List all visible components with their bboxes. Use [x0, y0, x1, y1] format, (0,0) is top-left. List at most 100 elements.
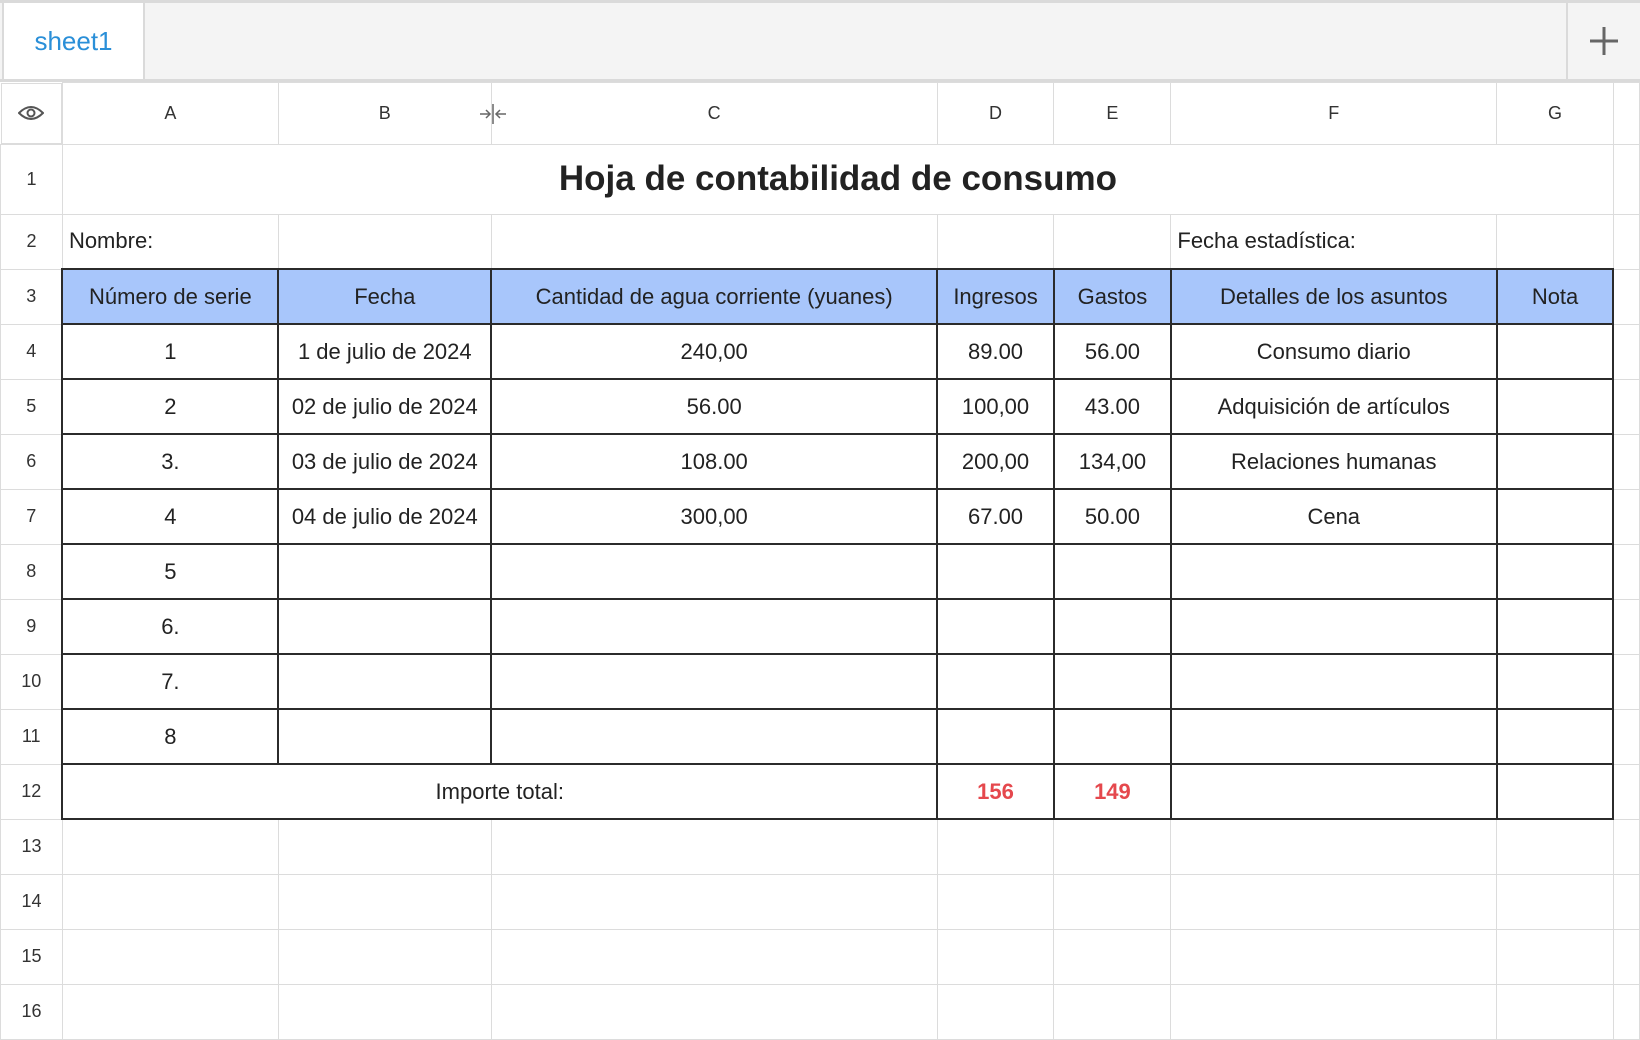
cell[interactable] — [490, 928, 938, 985]
column-resize-icon[interactable] — [478, 104, 508, 124]
cell[interactable] — [277, 213, 492, 270]
cell[interactable] — [936, 213, 1055, 270]
cell[interactable] — [936, 983, 1055, 1040]
cell[interactable]: 67.00 — [936, 488, 1055, 545]
column-header-e[interactable]: E — [1053, 82, 1172, 145]
add-sheet-button[interactable] — [1566, 3, 1640, 79]
cell[interactable] — [1169, 653, 1498, 710]
visibility-toggle[interactable] — [0, 82, 62, 144]
cell[interactable]: 2 — [61, 378, 280, 435]
cell[interactable] — [1052, 708, 1172, 765]
cell[interactable]: 134,00 — [1052, 433, 1172, 490]
total-expense[interactable]: 149 — [1052, 763, 1172, 820]
cell[interactable]: 240,00 — [490, 323, 939, 380]
cell[interactable] — [1612, 433, 1640, 490]
cell[interactable] — [61, 928, 279, 985]
cell[interactable]: 56.00 — [490, 378, 939, 435]
cell[interactable] — [1053, 818, 1172, 875]
stat-date-label[interactable]: Fecha estadística: — [1170, 213, 1498, 270]
cell[interactable] — [1612, 873, 1640, 930]
header-cell-serial[interactable]: Número de serie — [61, 268, 280, 325]
cell[interactable] — [277, 653, 493, 710]
row-header[interactable]: 4 — [0, 323, 63, 380]
row-header[interactable]: 3 — [0, 268, 63, 325]
cell[interactable] — [936, 818, 1055, 875]
cell[interactable] — [1170, 818, 1498, 875]
cell[interactable] — [1496, 928, 1614, 985]
cell[interactable] — [1495, 543, 1615, 600]
cell[interactable] — [1169, 598, 1498, 655]
header-cell-date[interactable]: Fecha — [277, 268, 493, 325]
cell[interactable]: 4 — [61, 488, 280, 545]
name-label[interactable]: Nombre: — [61, 213, 279, 270]
cell[interactable] — [1169, 543, 1498, 600]
cell[interactable]: 1 de julio de 2024 — [277, 323, 493, 380]
row-header[interactable]: 9 — [0, 598, 63, 655]
cell[interactable] — [1495, 653, 1615, 710]
row-header[interactable]: 7 — [0, 488, 63, 545]
row-header[interactable]: 15 — [0, 928, 63, 985]
cell[interactable] — [277, 598, 493, 655]
row-header[interactable]: 11 — [0, 708, 63, 765]
cell[interactable] — [277, 543, 493, 600]
cell[interactable] — [936, 598, 1055, 655]
cell[interactable] — [490, 818, 938, 875]
cell[interactable] — [1053, 873, 1172, 930]
cell[interactable] — [1612, 323, 1640, 380]
cell[interactable] — [936, 873, 1055, 930]
cell[interactable]: Adquisición de artículos — [1169, 378, 1498, 435]
column-header-a[interactable]: A — [61, 82, 279, 145]
cell[interactable]: 50.00 — [1052, 488, 1172, 545]
cell[interactable]: 04 de julio de 2024 — [277, 488, 493, 545]
header-cell-details[interactable]: Detalles de los asuntos — [1169, 268, 1498, 325]
cell[interactable]: Cena — [1169, 488, 1498, 545]
cell[interactable]: 02 de julio de 2024 — [277, 378, 493, 435]
cell[interactable] — [1612, 653, 1640, 710]
cell[interactable]: 1 — [61, 323, 280, 380]
cell[interactable] — [1495, 598, 1615, 655]
header-cell-expense[interactable]: Gastos — [1052, 268, 1172, 325]
cell[interactable] — [1612, 378, 1640, 435]
cell[interactable] — [1612, 213, 1640, 270]
cell[interactable]: 03 de julio de 2024 — [277, 433, 493, 490]
cell[interactable]: 8 — [61, 708, 280, 765]
sheet-title[interactable]: Hoja de contabilidad de consumo — [61, 143, 1614, 215]
cell[interactable]: Relaciones humanas — [1169, 433, 1498, 490]
cell[interactable] — [936, 653, 1055, 710]
cell[interactable] — [1053, 983, 1172, 1040]
cell[interactable]: 3. — [61, 433, 280, 490]
cell[interactable] — [1612, 543, 1640, 600]
cell[interactable] — [1053, 213, 1172, 270]
cell[interactable] — [1612, 598, 1640, 655]
cell[interactable] — [1496, 213, 1614, 270]
row-header[interactable]: 14 — [0, 873, 63, 930]
cell[interactable] — [1612, 763, 1640, 820]
column-header-g[interactable]: G — [1496, 82, 1614, 145]
sheet-tab[interactable]: sheet1 — [2, 3, 145, 79]
cell[interactable] — [1169, 763, 1498, 820]
cell[interactable] — [936, 928, 1055, 985]
cell[interactable] — [277, 873, 492, 930]
cell[interactable] — [1169, 708, 1498, 765]
cell[interactable]: 200,00 — [936, 433, 1055, 490]
cell[interactable] — [1612, 143, 1640, 215]
row-header[interactable]: 1 — [0, 143, 63, 215]
cell[interactable] — [936, 708, 1055, 765]
cell[interactable] — [490, 653, 939, 710]
cell[interactable] — [1052, 653, 1172, 710]
cell[interactable] — [277, 708, 493, 765]
cell[interactable] — [1612, 928, 1640, 985]
cell[interactable] — [1170, 928, 1498, 985]
cell[interactable] — [1170, 873, 1498, 930]
row-header[interactable]: 2 — [0, 213, 63, 270]
cell[interactable] — [1495, 708, 1615, 765]
cell[interactable] — [1612, 268, 1640, 325]
cell[interactable]: 108.00 — [490, 433, 939, 490]
header-cell-note[interactable]: Nota — [1495, 268, 1615, 325]
cell[interactable]: 89.00 — [936, 323, 1055, 380]
row-header[interactable]: 5 — [0, 378, 63, 435]
cell[interactable] — [1495, 433, 1615, 490]
cell[interactable] — [61, 818, 279, 875]
cell[interactable] — [1495, 763, 1615, 820]
row-header[interactable]: 13 — [0, 818, 63, 875]
